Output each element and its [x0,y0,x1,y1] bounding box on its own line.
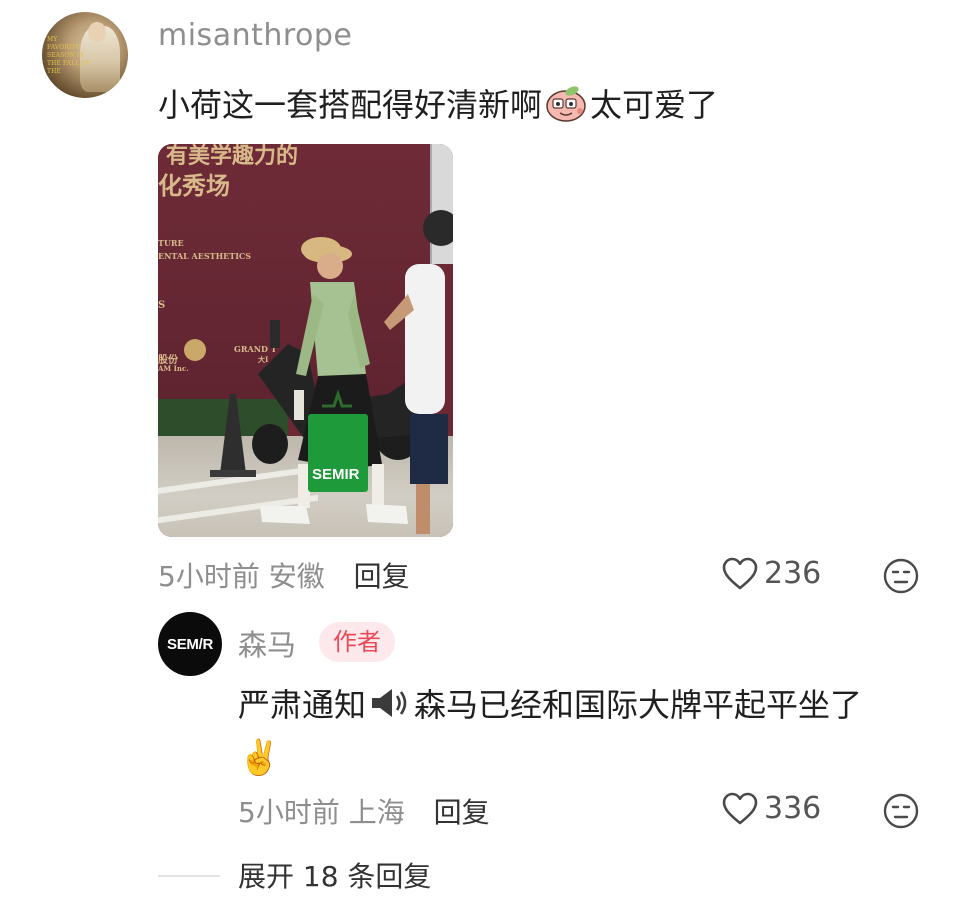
comment-meta: 5小时前 安徽 回复 [158,555,410,595]
speaker-icon [372,689,407,717]
avatar-text: MY FAVORITE SEASON IS THE FALL OF THE [47,36,91,75]
comment-photo[interactable]: 有美学趣力的 化秀场 TURE ENTAL AESTHETICS S 股份 AM… [158,144,453,537]
comment-time: 5小时前 [158,560,260,593]
user-avatar[interactable]: MY FAVORITE SEASON IS THE FALL OF THE [42,12,128,98]
reply-text-part: 严肃通知 [238,686,367,724]
author-avatar[interactable]: SEM/R [158,612,222,676]
photo-scene [210,210,453,534]
like-count: 336 [764,791,822,826]
reply-username[interactable]: 森马 [238,622,296,664]
like-count: 236 [764,556,822,591]
reply-button[interactable]: 回复 [354,560,410,593]
peach-sticker-icon [544,83,588,123]
heart-icon [722,557,758,589]
reply-meta: 5小时前 上海 回复 [238,791,490,831]
heart-icon [722,792,758,824]
like-button[interactable]: 336 [722,791,821,826]
like-button[interactable]: 236 [722,556,821,591]
reply-text: 严肃通知 森马已经和国际大牌平起平坐了 [238,680,862,726]
comment-text-part: 太可爱了 [590,86,719,124]
comment-username[interactable]: misanthrope [158,18,352,53]
victory-hand-icon: ✌️ [238,738,281,778]
reply-text-part: 森马已经和国际大牌平起平坐了 [414,686,863,724]
comment-text-part: 小荷这一套搭配得好清新啊 [158,86,543,124]
bag-brand-text: SEMIR [312,466,360,483]
author-badge: 作者 [319,622,395,662]
dislike-face-icon[interactable] [883,793,919,829]
comment-text: 小荷这一套搭配得好清新啊 太可爱了 [158,80,718,126]
reply-location: 上海 [348,796,405,829]
reply-button[interactable]: 回复 [434,796,490,829]
expand-replies-button[interactable]: 展开 18 条回复 [238,855,431,895]
reply-time: 5小时前 [238,796,340,829]
dislike-face-icon[interactable] [883,558,919,594]
comment-location: 安徽 [268,560,325,593]
expand-divider [158,875,220,877]
